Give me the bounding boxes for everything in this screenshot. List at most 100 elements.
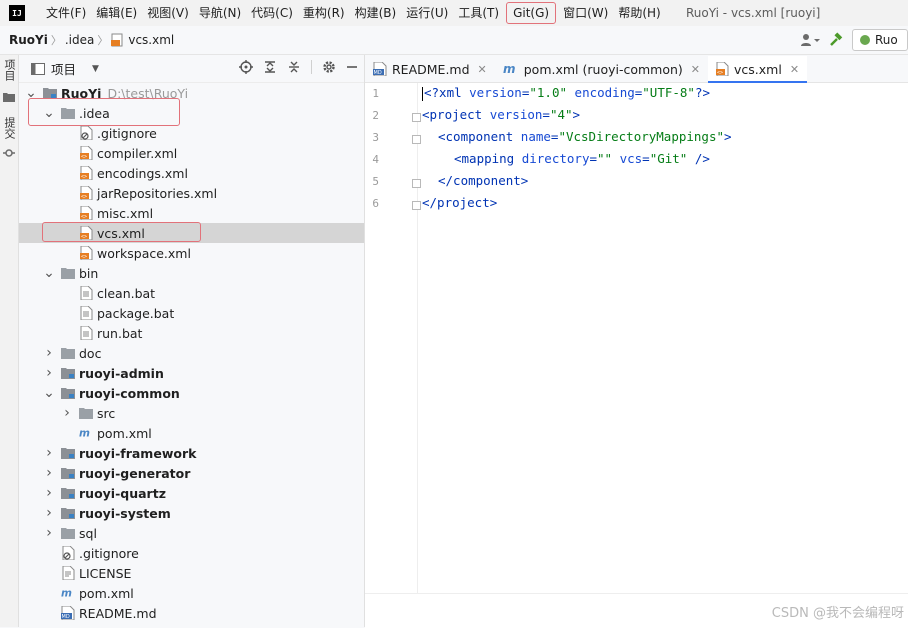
tree-item[interactable]: › src (19, 403, 364, 423)
maven-file-icon: m (79, 426, 93, 440)
tree-item[interactable]: › ruoyi-framework (19, 443, 364, 463)
folder-icon (61, 106, 75, 120)
chevron-down-icon[interactable]: ⌄ (25, 86, 37, 100)
tree-item[interactable]: › ruoyi-generator (19, 463, 364, 483)
expand-all-icon[interactable] (263, 60, 277, 74)
tree-item-label: compiler.xml (97, 145, 178, 161)
tool-tab-commit[interactable]: 提交 (1, 117, 17, 139)
breadcrumb-project[interactable]: RuoYi (9, 33, 48, 47)
menu-file[interactable]: 文件(F) (41, 0, 91, 26)
tree-item[interactable]: LICENSE (19, 563, 364, 583)
tree-item[interactable]: <> jarRepositories.xml (19, 183, 364, 203)
tree-item[interactable]: › ruoyi-quartz (19, 483, 364, 503)
hide-panel-icon[interactable] (346, 60, 358, 74)
editor-tab[interactable]: MD README.md ✕ (365, 56, 495, 82)
tool-tab-project[interactable]: 项目 (1, 59, 17, 81)
chevron-right-icon[interactable]: › (43, 505, 55, 521)
tree-item-label: README.md (79, 605, 157, 621)
tree-item-label: vcs.xml (97, 225, 145, 241)
menu-build[interactable]: 构建(B) (350, 0, 402, 26)
tree-item[interactable]: <> vcs.xml (19, 223, 364, 243)
tree-item[interactable]: <> workspace.xml (19, 243, 364, 263)
md-file-icon: MD (61, 606, 75, 620)
tree-item[interactable]: m pom.xml (19, 583, 364, 603)
chevron-right-icon: 〉 (50, 34, 62, 47)
chevron-down-icon[interactable]: ⌄ (43, 106, 55, 120)
svg-text:<>: <> (81, 214, 87, 220)
build-hammer-icon[interactable] (828, 32, 844, 48)
locate-file-icon[interactable] (239, 60, 253, 74)
breadcrumb-file[interactable]: vcs.xml (111, 33, 174, 47)
chevron-right-icon[interactable]: › (61, 405, 73, 421)
chevron-down-icon[interactable]: ⌄ (43, 386, 55, 400)
fold-marker-icon[interactable] (412, 135, 421, 144)
tree-item-label: ruoyi-admin (79, 365, 164, 381)
tree-item[interactable]: ⌄ .idea (19, 103, 364, 123)
collapse-all-icon[interactable] (287, 60, 301, 74)
menu-navigate[interactable]: 导航(N) (194, 0, 246, 26)
project-panel-header: 项目 ▼ (19, 55, 364, 83)
tree-item[interactable]: clean.bat (19, 283, 364, 303)
tree-item[interactable]: › ruoyi-admin (19, 363, 364, 383)
tree-item-label: jarRepositories.xml (97, 185, 218, 201)
close-icon[interactable]: ✕ (478, 63, 487, 76)
chevron-right-icon[interactable]: › (43, 445, 55, 461)
fold-marker-icon[interactable] (412, 113, 421, 122)
panel-title[interactable]: 项目 (51, 59, 76, 78)
menu-view[interactable]: 视图(V) (142, 0, 194, 26)
tree-item[interactable]: <> encodings.xml (19, 163, 364, 183)
menu-code[interactable]: 代码(C) (246, 0, 298, 26)
chevron-right-icon[interactable]: › (43, 345, 55, 361)
tree-item[interactable]: <> compiler.xml (19, 143, 364, 163)
tree-item-label: ruoyi-framework (79, 445, 197, 461)
menu-refactor[interactable]: 重构(R) (298, 0, 350, 26)
tree-item[interactable]: ⌄ ruoyi-common (19, 383, 364, 403)
close-icon[interactable]: ✕ (790, 63, 799, 76)
module-folder-icon (61, 486, 75, 500)
tree-item[interactable]: › ruoyi-system (19, 503, 364, 523)
tree-item[interactable]: .gitignore (19, 543, 364, 563)
chevron-right-icon[interactable]: › (43, 465, 55, 481)
tree-item[interactable]: ⌄ RuoYi D:\test\RuoYi (19, 83, 364, 103)
editor-tab[interactable]: m pom.xml (ruoyi-common) ✕ (495, 56, 708, 82)
menu-tools[interactable]: 工具(T) (453, 0, 504, 26)
fold-marker-icon[interactable] (412, 201, 421, 210)
menu-run[interactable]: 运行(U) (401, 0, 453, 26)
menu-bar: IJ 文件(F) 编辑(E) 视图(V) 导航(N) 代码(C) 重构(R) 构… (0, 0, 908, 26)
folder-icon (61, 346, 75, 360)
tree-item[interactable]: package.bat (19, 303, 364, 323)
user-account-icon[interactable] (800, 33, 820, 47)
xml-file-icon: <> (79, 226, 93, 240)
editor-tab[interactable]: <> vcs.xml ✕ (708, 56, 808, 83)
tree-item-label: .idea (79, 105, 110, 121)
module-folder-icon (61, 386, 75, 400)
tree-item[interactable]: MD README.md (19, 603, 364, 623)
tree-item[interactable]: › doc (19, 343, 364, 363)
menu-git[interactable]: Git(G) (506, 2, 557, 24)
menu-help[interactable]: 帮助(H) (613, 0, 665, 26)
run-configuration-selector[interactable]: Ruo (852, 29, 908, 51)
tree-item[interactable]: › sql (19, 523, 364, 543)
maven-file-icon: m (503, 62, 519, 76)
tree-item[interactable]: ⌄ bin (19, 263, 364, 283)
tree-item[interactable]: m pom.xml (19, 423, 364, 443)
tree-item[interactable]: run.bat (19, 323, 364, 343)
close-icon[interactable]: ✕ (691, 63, 700, 76)
tree-item[interactable]: .gitignore (19, 123, 364, 143)
chevron-down-icon[interactable]: ▼ (92, 64, 99, 74)
module-folder-icon (43, 86, 57, 100)
menu-window[interactable]: 窗口(W) (558, 0, 613, 26)
chevron-right-icon: 〉 (97, 34, 109, 47)
tree-item-label: doc (79, 345, 102, 361)
chevron-right-icon[interactable]: › (43, 365, 55, 381)
tree-item[interactable]: <> misc.xml (19, 203, 364, 223)
fold-marker-icon[interactable] (412, 179, 421, 188)
tree-item-label: ruoyi-common (79, 385, 180, 401)
xml-file-icon (111, 33, 125, 47)
menu-edit[interactable]: 编辑(E) (91, 0, 142, 26)
gear-icon[interactable] (322, 60, 336, 74)
chevron-down-icon[interactable]: ⌄ (43, 266, 55, 280)
breadcrumb-folder[interactable]: .idea (65, 33, 95, 47)
chevron-right-icon[interactable]: › (43, 485, 55, 501)
chevron-right-icon[interactable]: › (43, 525, 55, 541)
